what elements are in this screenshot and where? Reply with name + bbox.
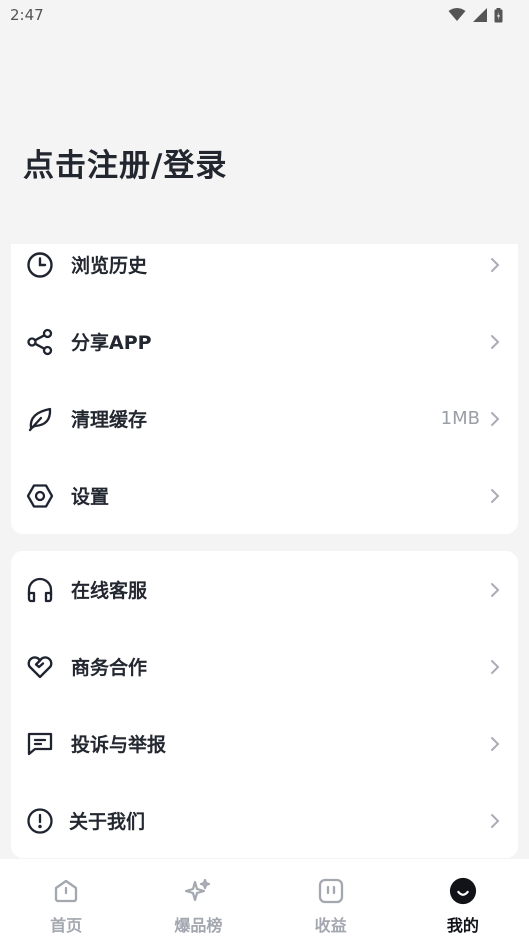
alert-circle-icon (26, 807, 54, 835)
status-icons (448, 7, 503, 23)
menu-item-label: 设置 (71, 486, 110, 508)
menu-item-complaint-report[interactable]: 投诉与举报 (11, 705, 518, 782)
chevron-right-icon (488, 332, 502, 352)
menu-item-label: 在线客服 (71, 580, 148, 602)
headphones-icon (26, 576, 54, 604)
chevron-right-icon (488, 657, 502, 677)
earnings-icon (317, 877, 345, 905)
share-icon (26, 328, 54, 356)
battery-icon (494, 7, 503, 22)
menu-item-about-us[interactable]: 关于我们 (11, 782, 518, 859)
status-time: 2:47 (10, 6, 44, 24)
menu-item-label: 分享APP (71, 332, 152, 354)
tab-label: 爆品榜 (174, 916, 223, 935)
bottom-tab-bar: 首页 爆品榜 收益 我的 (0, 859, 529, 940)
chevron-right-icon (488, 580, 502, 600)
chevron-right-icon (488, 811, 502, 831)
leaf-icon (26, 405, 54, 433)
tab-label: 收益 (314, 916, 347, 935)
menu-item-label: 投诉与举报 (71, 734, 167, 756)
heart-handshake-icon (26, 653, 54, 681)
menu-item-label: 关于我们 (69, 811, 146, 833)
menu-card-secondary: 在线客服 商务合作 投诉与举报 关于我们 (11, 551, 518, 858)
home-icon (52, 877, 80, 905)
menu-item-online-service[interactable]: 在线客服 (11, 551, 518, 628)
hexagon-settings-icon (26, 482, 54, 510)
tab-home[interactable]: 首页 (0, 859, 132, 940)
profile-icon (449, 877, 477, 905)
menu-item-share-app[interactable]: 分享APP (11, 303, 518, 380)
menu-item-business-cooperation[interactable]: 商务合作 (11, 628, 518, 705)
chevron-right-icon (488, 486, 502, 506)
tab-mine[interactable]: 我的 (397, 859, 529, 940)
wifi-icon (448, 8, 466, 21)
tab-earnings[interactable]: 收益 (265, 859, 397, 940)
chevron-right-icon (488, 734, 502, 754)
tab-hot-products[interactable]: 爆品榜 (132, 859, 264, 940)
chevron-right-icon (488, 409, 502, 429)
tab-label: 首页 (50, 916, 83, 935)
menu-item-label: 清理缓存 (71, 409, 148, 431)
cache-size-value: 1MB (440, 408, 480, 429)
message-square-icon (26, 730, 54, 758)
menu-item-label: 浏览历史 (71, 255, 148, 277)
tab-label: 我的 (446, 916, 479, 935)
chevron-right-icon (488, 255, 502, 275)
login-register-link[interactable]: 点击注册/登录 (23, 140, 227, 185)
status-bar: 2:47 (0, 0, 529, 30)
menu-item-clear-cache[interactable]: 清理缓存 1MB (11, 380, 518, 457)
menu-item-settings[interactable]: 设置 (11, 457, 518, 534)
menu-item-browse-history[interactable]: 浏览历史 (11, 226, 518, 303)
clock-icon (26, 251, 54, 279)
menu-item-label: 商务合作 (71, 657, 148, 679)
sparkle-icon (184, 877, 212, 905)
menu-card-primary: 浏览历史 分享APP 清理缓存 1MB 设置 (11, 244, 518, 534)
signal-icon (473, 8, 487, 22)
